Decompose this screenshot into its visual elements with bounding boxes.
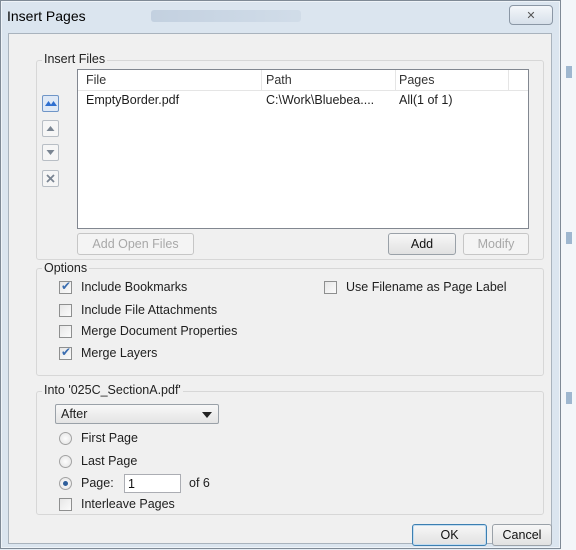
background-strip xyxy=(560,0,576,550)
remove-icon xyxy=(46,174,55,183)
interleave-pages-label: Interleave Pages xyxy=(81,497,175,511)
radio-selected-dot xyxy=(63,481,68,486)
background-mark xyxy=(566,66,572,78)
interleave-pages-checkbox[interactable] xyxy=(59,498,72,511)
position-select[interactable]: After xyxy=(55,404,219,424)
use-filename-checkbox[interactable] xyxy=(324,281,337,294)
include-bookmarks-label: Include Bookmarks xyxy=(81,280,188,294)
move-top-icon xyxy=(45,101,57,106)
include-attachments-label: Include File Attachments xyxy=(81,303,218,317)
page-label: Page: xyxy=(81,476,114,490)
page-number-field[interactable] xyxy=(124,474,181,493)
cancel-button[interactable]: Cancel xyxy=(492,524,552,546)
background-mark xyxy=(566,392,572,404)
column-divider xyxy=(508,70,509,90)
column-divider xyxy=(261,70,262,90)
add-open-files-button[interactable]: Add Open Files xyxy=(77,233,194,255)
move-up-button[interactable] xyxy=(42,120,59,137)
merge-layers-label: Merge Layers xyxy=(81,346,158,360)
position-select-value: After xyxy=(61,407,88,421)
include-bookmarks-checkbox[interactable]: ✔ xyxy=(59,279,72,294)
close-button[interactable]: ✕ xyxy=(509,5,553,25)
table-row[interactable]: EmptyBorder.pdf C:\Work\Bluebea.... All(… xyxy=(78,91,528,109)
last-page-label: Last Page xyxy=(81,454,138,468)
add-button[interactable]: Add xyxy=(388,233,456,255)
checkmark-icon: ✔ xyxy=(61,279,72,293)
first-page-radio[interactable] xyxy=(59,432,72,445)
use-filename-label: Use Filename as Page Label xyxy=(346,280,507,294)
page-radio[interactable] xyxy=(59,477,72,490)
column-header-path[interactable]: Path xyxy=(266,73,292,87)
insert-files-legend: Insert Files xyxy=(42,52,108,66)
merge-layers-checkbox[interactable]: ✔ xyxy=(59,345,72,360)
last-page-radio[interactable] xyxy=(59,455,72,468)
dialog-title: Insert Pages xyxy=(7,8,86,24)
title-bar[interactable]: Insert Pages ✕ xyxy=(1,1,560,35)
into-legend: Into '025C_SectionA.pdf' xyxy=(42,383,183,397)
column-header-file[interactable]: File xyxy=(86,73,106,87)
column-divider xyxy=(395,70,396,90)
chevron-down-icon xyxy=(202,412,212,418)
move-up-icon xyxy=(46,126,55,131)
close-icon: ✕ xyxy=(526,9,536,22)
title-bar-background xyxy=(151,10,301,22)
background-mark xyxy=(566,232,572,244)
checkmark-icon: ✔ xyxy=(61,345,72,359)
move-down-button[interactable] xyxy=(42,144,59,161)
merge-properties-label: Merge Document Properties xyxy=(81,324,238,338)
move-to-top-button[interactable] xyxy=(42,95,59,112)
files-list[interactable]: File Path Pages EmptyBorder.pdf C:\Work\… xyxy=(77,69,529,229)
remove-file-button[interactable] xyxy=(42,170,59,187)
page-number-input[interactable] xyxy=(128,476,178,491)
options-legend: Options xyxy=(42,261,90,275)
file-path-cell: C:\Work\Bluebea.... xyxy=(266,93,375,107)
merge-properties-checkbox[interactable] xyxy=(59,325,72,338)
move-down-icon xyxy=(46,150,55,155)
column-header-pages[interactable]: Pages xyxy=(399,73,434,87)
file-name-cell: EmptyBorder.pdf xyxy=(86,93,180,107)
files-list-header: File Path Pages xyxy=(78,70,528,91)
ok-button[interactable]: OK xyxy=(412,524,487,546)
file-pages-cell: All(1 of 1) xyxy=(399,93,453,107)
include-attachments-checkbox[interactable] xyxy=(59,304,72,317)
modify-button[interactable]: Modify xyxy=(463,233,529,255)
page-count-label: of 6 xyxy=(189,476,210,490)
first-page-label: First Page xyxy=(81,431,138,445)
